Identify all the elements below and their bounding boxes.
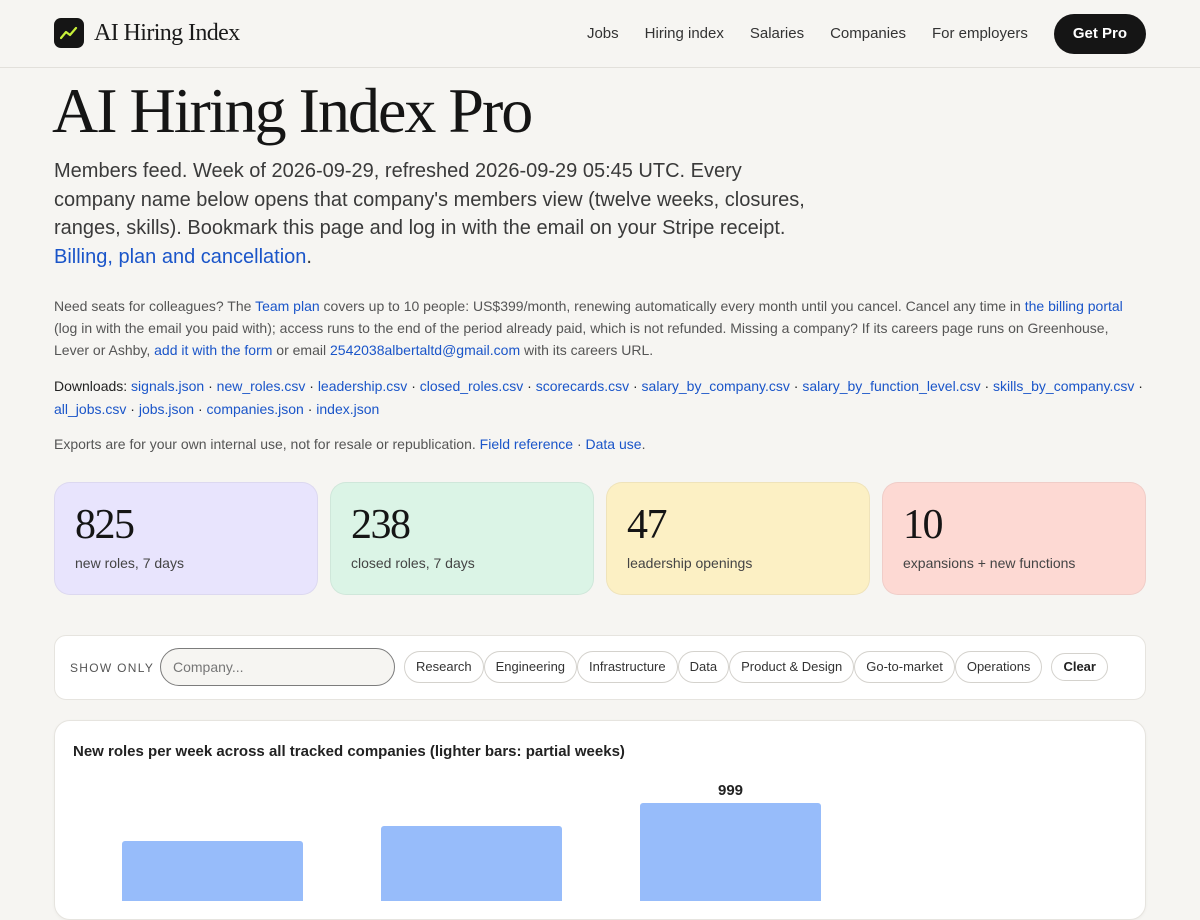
filter-data[interactable]: Data xyxy=(677,651,730,683)
download-link[interactable]: salary_by_company.csv xyxy=(642,378,790,394)
exports-note: Exports are for your own internal use, n… xyxy=(54,433,1144,455)
download-link[interactable]: signals.json xyxy=(131,378,204,394)
separator: · xyxy=(194,401,207,417)
stat-label: new roles, 7 days xyxy=(75,555,184,571)
separator: · xyxy=(407,378,420,394)
downloads-list: Downloads: signals.json · new_roles.csv … xyxy=(54,375,1144,421)
brand-name: AI Hiring Index xyxy=(94,19,240,46)
download-link[interactable]: closed_roles.csv xyxy=(420,378,524,394)
stat-value: 825 xyxy=(75,502,135,548)
team-seats-note: Need seats for colleagues? The Team plan… xyxy=(54,295,1144,361)
filter-go-to-market[interactable]: Go-to-market xyxy=(854,651,955,683)
chart-bar[interactable] xyxy=(640,803,821,901)
separator: · xyxy=(204,378,217,394)
stat-label: leadership openings xyxy=(627,555,753,571)
page-title: AI Hiring Index Pro xyxy=(52,75,533,146)
nav-companies[interactable]: Companies xyxy=(830,14,906,54)
stat-card-leadership: 47 leadership openings xyxy=(606,482,870,595)
get-pro-button[interactable]: Get Pro xyxy=(1053,14,1146,54)
data-use-link[interactable]: Data use xyxy=(586,436,642,452)
trend-line-icon xyxy=(54,18,84,48)
separator: · xyxy=(523,378,536,394)
download-link[interactable]: jobs.json xyxy=(139,401,194,417)
filter-engineering[interactable]: Engineering xyxy=(483,651,578,683)
main-nav: Jobs Hiring index Salaries Companies For… xyxy=(587,14,1146,54)
intro-end: . xyxy=(306,246,312,269)
separator: · xyxy=(305,378,318,394)
seats-text: Need seats for colleagues? The xyxy=(54,298,256,314)
seats-text: or email xyxy=(272,342,330,358)
team-plan-link[interactable]: Team plan xyxy=(255,298,320,314)
download-link[interactable]: all_jobs.csv xyxy=(54,401,126,417)
billing-portal-link[interactable]: the billing portal xyxy=(1025,298,1123,314)
brand[interactable]: AI Hiring Index xyxy=(54,18,240,48)
filter-product-design[interactable]: Product & Design xyxy=(729,651,855,683)
stat-label: expansions + new functions xyxy=(903,555,1076,571)
download-link[interactable]: salary_by_function_level.csv xyxy=(802,378,980,394)
top-bar: AI Hiring Index Jobs Hiring index Salari… xyxy=(0,0,1200,68)
stat-label: closed roles, 7 days xyxy=(351,555,475,571)
seats-text: covers up to 10 people: US$399/month, re… xyxy=(319,298,1025,314)
separator: · xyxy=(629,378,642,394)
members-feed-intro: Members feed. Week of 2026-09-29, refres… xyxy=(54,157,824,272)
stat-cards: 825 new roles, 7 days 238 closed roles, … xyxy=(54,482,1146,595)
download-link[interactable]: companies.json xyxy=(207,401,304,417)
clear-filters-button[interactable]: Clear xyxy=(1051,653,1108,681)
download-link[interactable]: leadership.csv xyxy=(318,378,408,394)
company-search-input[interactable] xyxy=(160,648,395,686)
bar-value-label: 999 xyxy=(718,782,743,799)
separator: · xyxy=(1134,378,1143,394)
separator: · xyxy=(573,436,586,452)
nav-salaries[interactable]: Salaries xyxy=(750,14,804,54)
seats-text: with its careers URL. xyxy=(520,342,654,358)
billing-link[interactable]: Billing, plan and cancellation xyxy=(54,246,306,268)
contact-email-link[interactable]: 2542038albertaltd@gmail.com xyxy=(330,342,520,358)
download-link[interactable]: index.json xyxy=(316,401,379,417)
separator: · xyxy=(789,378,803,394)
stat-card-expansions: 10 expansions + new functions xyxy=(882,482,1146,595)
separator: · xyxy=(303,401,317,417)
nav-for-employers[interactable]: For employers xyxy=(932,14,1028,54)
download-link[interactable]: skills_by_company.csv xyxy=(993,378,1134,394)
chart-bar[interactable] xyxy=(122,841,303,901)
new-roles-bar-chart: 999 xyxy=(122,782,821,901)
field-reference-link[interactable]: Field reference xyxy=(480,436,573,452)
filter-infrastructure[interactable]: Infrastructure xyxy=(577,651,678,683)
filter-operations[interactable]: Operations xyxy=(954,651,1043,683)
function-filters: Research Engineering Infrastructure Data… xyxy=(404,651,1108,683)
stat-card-new-roles: 825 new roles, 7 days xyxy=(54,482,318,595)
chart-bar[interactable] xyxy=(381,826,562,901)
add-company-form-link[interactable]: add it with the form xyxy=(154,342,272,358)
separator: · xyxy=(980,378,994,394)
stat-card-closed-roles: 238 closed roles, 7 days xyxy=(330,482,594,595)
downloads-label: Downloads: xyxy=(54,378,128,394)
stat-value: 238 xyxy=(351,502,411,548)
exports-text: Exports are for your own internal use, n… xyxy=(54,436,480,452)
separator: · xyxy=(126,401,139,417)
show-only-label: SHOW ONLY xyxy=(70,661,155,675)
filter-research[interactable]: Research xyxy=(404,651,484,683)
exports-end: . xyxy=(641,436,646,452)
download-link[interactable]: scorecards.csv xyxy=(536,378,629,394)
intro-text: Members feed. Week of 2026-09-29, refres… xyxy=(54,160,805,240)
download-link[interactable]: new_roles.csv xyxy=(217,378,306,394)
stat-value: 10 xyxy=(903,502,944,548)
new-roles-chart-card: New roles per week across all tracked co… xyxy=(54,720,1146,920)
filter-bar: SHOW ONLY Research Engineering Infrastru… xyxy=(54,635,1146,700)
nav-hiring-index[interactable]: Hiring index xyxy=(645,14,724,54)
stat-value: 47 xyxy=(627,502,668,548)
nav-jobs[interactable]: Jobs xyxy=(587,14,619,54)
